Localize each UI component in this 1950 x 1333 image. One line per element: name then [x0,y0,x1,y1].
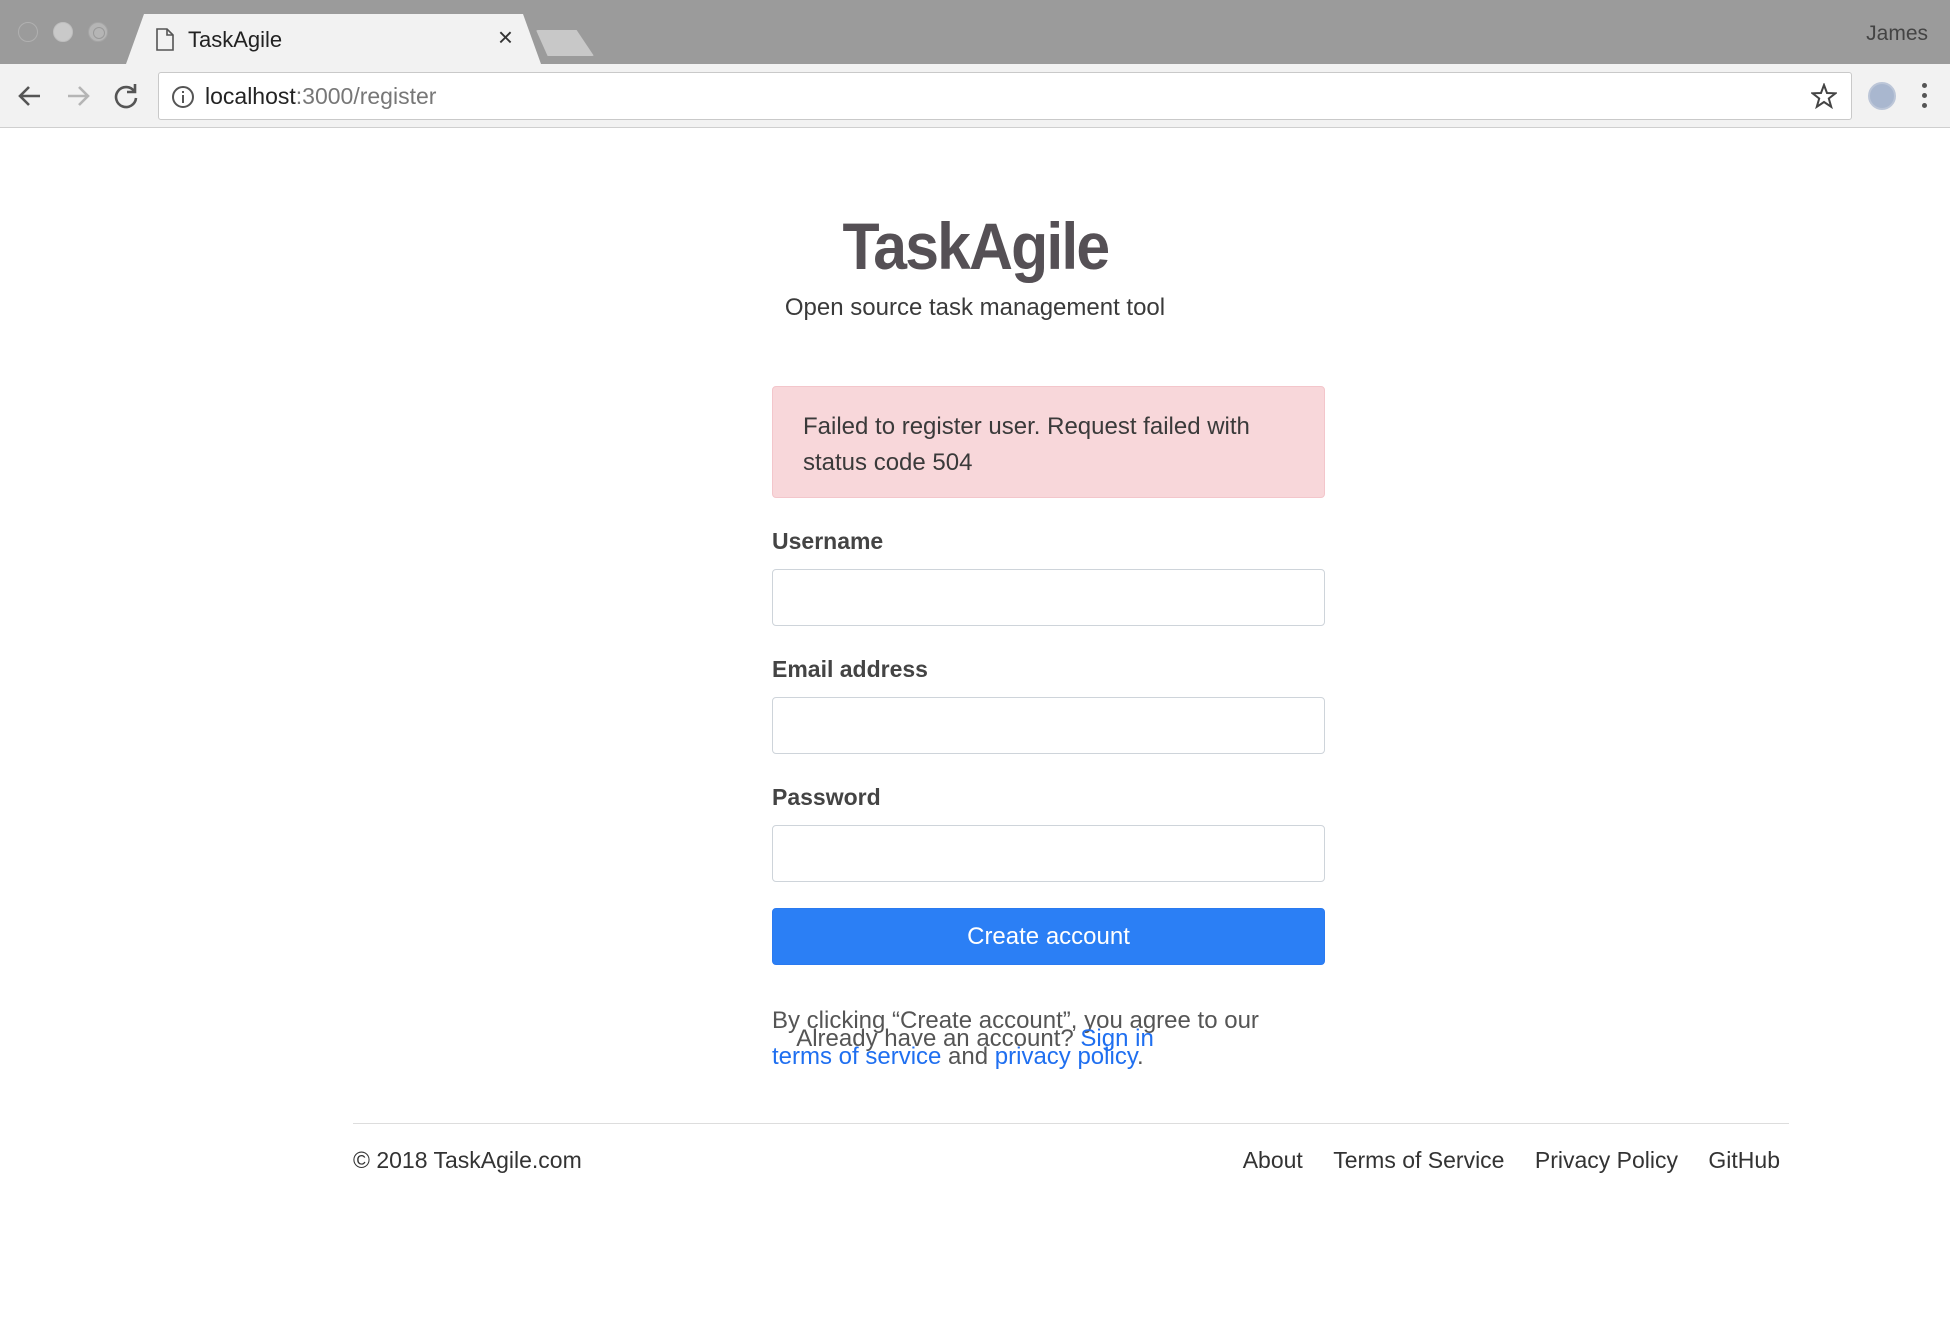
page-icon [156,28,174,51]
browser-titlebar: TaskAgile × James [0,0,1950,64]
email-input[interactable] [772,697,1325,754]
tagline: Open source task management tool [784,294,1166,321]
tab-title: TaskAgile [188,27,283,52]
email-label: Email address [772,656,928,682]
forward-arrow-icon[interactable] [62,80,94,112]
window-minimize-button[interactable] [53,22,73,42]
username-input[interactable] [772,569,1325,626]
browser-menu-icon[interactable] [1920,80,1928,112]
footer-link-terms[interactable]: Terms of Service [1333,1147,1504,1173]
tab-close-icon[interactable]: × [498,24,513,50]
info-icon[interactable] [171,85,195,109]
signin-prompt-text: Already have an account? [796,1025,1081,1052]
logo: TaskAgile [842,209,1110,283]
browser-tab[interactable]: TaskAgile × [126,14,541,64]
sign-in-link[interactable]: Sign in [1080,1025,1153,1052]
footer-divider [353,1123,1789,1124]
bookmark-star-icon[interactable] [1811,83,1837,109]
password-label: Password [772,784,881,810]
profile-name[interactable]: James [1866,22,1928,46]
extension-icon[interactable] [1868,82,1896,110]
username-label: Username [772,528,884,554]
footer-link-privacy[interactable]: Privacy Policy [1535,1147,1678,1173]
address-bar[interactable]: localhost:3000/register [158,72,1852,120]
create-account-button[interactable]: Create account [772,908,1325,965]
register-form: Failed to register user. Request failed … [772,386,1325,1075]
signin-prompt: Already have an account? Sign in [0,1025,1950,1053]
register-page: TaskAgile Open source task management to… [0,128,1950,1333]
brand: TaskAgile Open source task management to… [0,208,1950,322]
url-path: :3000/register [295,83,437,109]
password-input[interactable] [772,825,1325,882]
browser-toolbar: localhost:3000/register [0,64,1950,128]
footer-link-about[interactable]: About [1243,1147,1303,1173]
back-arrow-icon[interactable] [14,80,46,112]
error-alert: Failed to register user. Request failed … [772,386,1325,498]
url-host: localhost [205,83,296,109]
new-tab-button[interactable] [536,30,594,56]
window-close-button[interactable] [18,22,38,42]
footer-links: About Terms of Service Privacy Policy Gi… [1219,1147,1780,1174]
url-text[interactable]: localhost:3000/register [205,83,436,110]
footer-link-github[interactable]: GitHub [1708,1147,1780,1173]
copyright: © 2018 TaskAgile.com [353,1147,582,1173]
window-maximize-button[interactable] [88,22,108,42]
reload-icon[interactable] [110,80,142,112]
